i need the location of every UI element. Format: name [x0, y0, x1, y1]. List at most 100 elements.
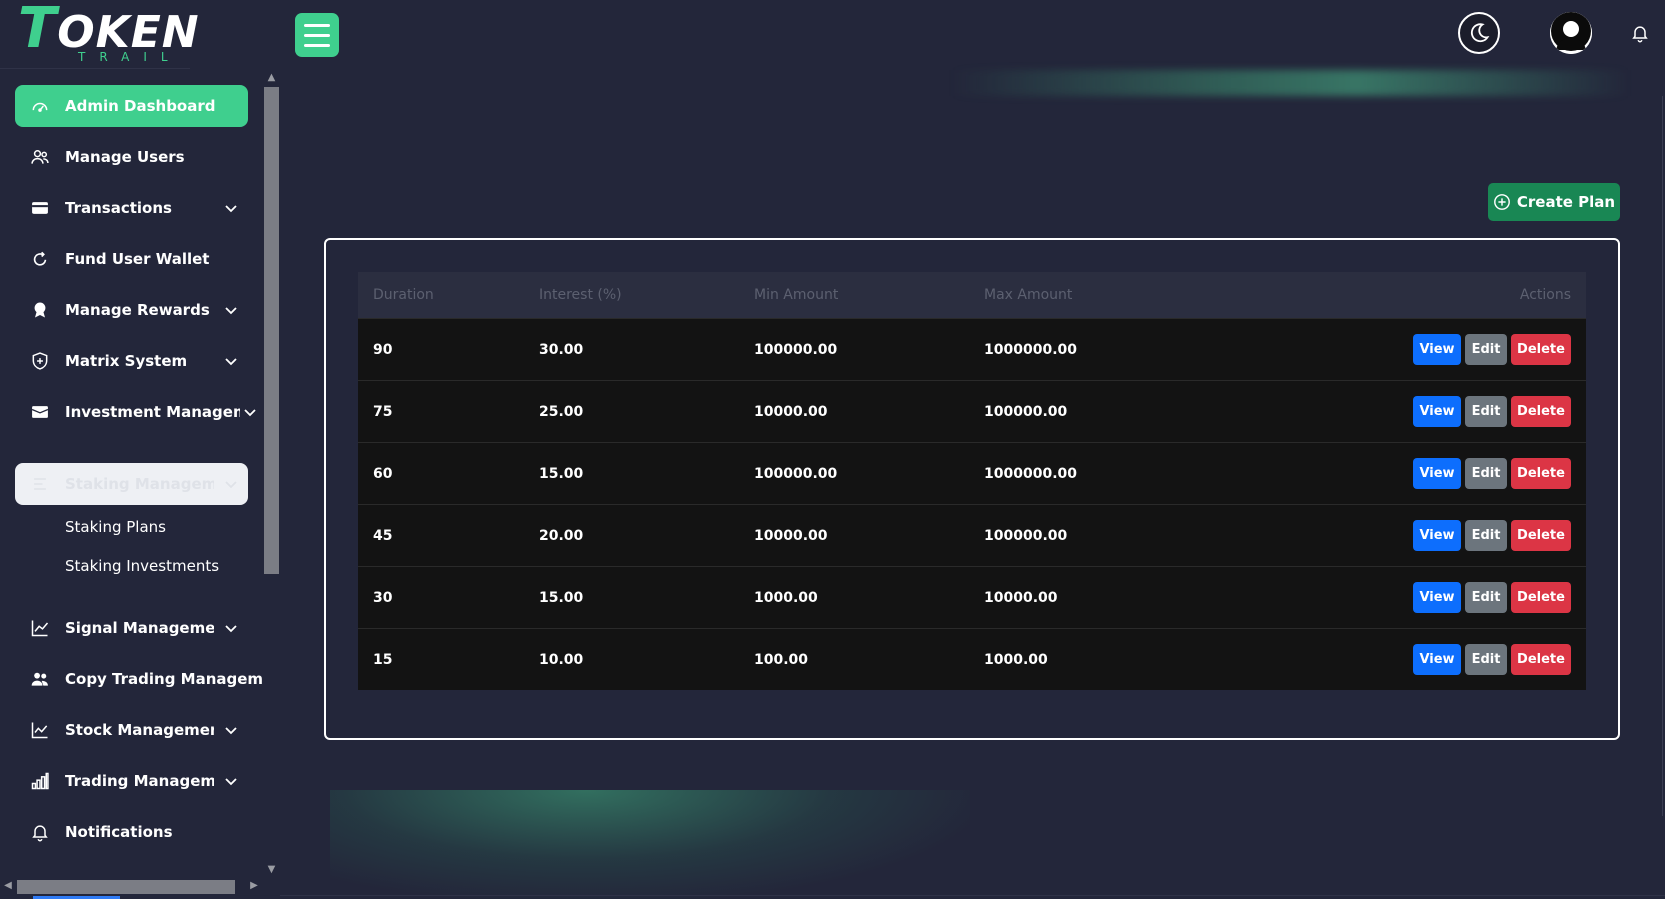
theme-toggle-button[interactable]	[1458, 12, 1500, 54]
submenu-staking-investments[interactable]: Staking Investments	[65, 557, 219, 575]
sidebar-horizontal-scrollbar[interactable]: ◀ ▶	[0, 878, 263, 895]
sidebar-item-fund-user-wallet[interactable]: Fund User Wallet	[15, 238, 248, 280]
users-icon	[15, 147, 65, 167]
cell-duration: 75	[373, 403, 393, 420]
delete-button[interactable]: Delete	[1511, 458, 1571, 489]
table-row: 45 20.00 10000.00 100000.00 View Edit De…	[358, 504, 1586, 566]
header-max-amount: Max Amount	[984, 287, 1073, 303]
award-icon	[15, 300, 65, 320]
sidebar-item-staking-management[interactable]: Staking Management	[15, 463, 248, 505]
staking-plans-table: Duration Interest (%) Min Amount Max Amo…	[358, 272, 1586, 690]
sidebar-item-investment-management[interactable]: Investment Management	[15, 391, 260, 433]
sidebar-item-copy-trading-management[interactable]: Copy Trading Management	[15, 658, 263, 700]
view-button[interactable]: View	[1413, 644, 1461, 675]
sidebar-item-trading-management[interactable]: Trading Management	[15, 760, 248, 802]
shield-icon	[15, 351, 65, 371]
delete-button[interactable]: Delete	[1511, 334, 1571, 365]
people-icon	[15, 669, 65, 689]
cell-actions: View Edit Delete	[1284, 334, 1586, 365]
header-duration: Duration	[373, 287, 434, 303]
cell-actions: View Edit Delete	[1284, 582, 1586, 613]
table-row: 15 10.00 100.00 1000.00 View Edit Delete	[358, 628, 1586, 690]
moon-icon	[1470, 23, 1490, 43]
view-button[interactable]: View	[1413, 458, 1461, 489]
cell-interest: 15.00	[539, 589, 584, 606]
edit-button[interactable]: Edit	[1465, 644, 1507, 675]
cell-actions: View Edit Delete	[1284, 644, 1586, 675]
sidebar-item-label: Matrix System	[65, 352, 188, 370]
hamburger-bar	[304, 33, 330, 37]
scroll-right-arrow-icon[interactable]: ▶	[248, 880, 260, 892]
list-icon	[15, 474, 65, 494]
cell-max-amount: 1000000.00	[984, 465, 1077, 482]
sidebar-item-notifications[interactable]: Notifications	[15, 811, 248, 853]
sidebar-item-label: Staking Management	[65, 475, 214, 493]
table-header: Duration Interest (%) Min Amount Max Amo…	[358, 272, 1586, 318]
decorative-glow	[330, 790, 970, 899]
gauge-icon	[15, 96, 65, 116]
scroll-left-arrow-icon[interactable]: ◀	[2, 880, 14, 892]
token-trail-logo[interactable]: TOKEN TRAIL	[18, 1, 199, 68]
notification-bell-icon[interactable]	[1630, 22, 1650, 44]
cell-max-amount: 10000.00	[984, 589, 1058, 606]
wallet-icon	[15, 402, 65, 422]
sidebar-item-label: Copy Trading Management	[65, 670, 263, 688]
sidebar-vertical-scrollbar[interactable]: ▲ ▼	[263, 70, 280, 878]
delete-button[interactable]: Delete	[1511, 396, 1571, 427]
sidebar: TOKEN TRAIL Admin Dashboard Manage Users…	[0, 0, 280, 899]
sidebar-item-transactions[interactable]: Transactions	[15, 187, 248, 229]
scrollbar-thumb[interactable]	[17, 880, 235, 894]
sidebar-item-matrix-system[interactable]: Matrix System	[15, 340, 248, 382]
view-button[interactable]: View	[1413, 582, 1461, 613]
sidebar-item-manage-users[interactable]: Manage Users	[15, 136, 248, 178]
cell-actions: View Edit Delete	[1284, 520, 1586, 551]
cell-min-amount: 100.00	[754, 651, 809, 668]
cell-duration: 15	[373, 651, 393, 668]
chevron-down-icon	[214, 722, 248, 738]
plus-circle-icon	[1493, 194, 1510, 210]
delete-button[interactable]: Delete	[1511, 520, 1571, 551]
sidebar-item-label: Signal Management	[65, 619, 214, 637]
delete-button[interactable]: Delete	[1511, 644, 1571, 675]
edit-button[interactable]: Edit	[1465, 520, 1507, 551]
scroll-up-arrow-icon[interactable]: ▲	[266, 72, 277, 84]
edit-button[interactable]: Edit	[1465, 458, 1507, 489]
scroll-down-arrow-icon[interactable]: ▼	[266, 864, 277, 876]
submenu-staking-plans[interactable]: Staking Plans	[65, 518, 166, 536]
create-plan-button[interactable]: Create Plan	[1488, 183, 1620, 221]
edit-button[interactable]: Edit	[1465, 334, 1507, 365]
refresh-icon	[15, 249, 65, 269]
logo-wordmark: TOKEN	[18, 0, 200, 61]
table-row: 75 25.00 10000.00 100000.00 View Edit De…	[358, 380, 1586, 442]
chevron-down-icon	[214, 353, 248, 369]
cell-max-amount: 100000.00	[984, 527, 1068, 544]
cell-min-amount: 1000.00	[754, 589, 818, 606]
sidebar-item-label: Fund User Wallet	[65, 250, 210, 268]
chevron-down-icon	[214, 302, 248, 318]
edit-button[interactable]: Edit	[1465, 582, 1507, 613]
sidebar-item-manage-rewards[interactable]: Manage Rewards	[15, 289, 248, 331]
sidebar-item-signal-management[interactable]: Signal Management	[15, 607, 248, 649]
view-button[interactable]: View	[1413, 334, 1461, 365]
chart-line-icon	[15, 618, 65, 638]
sidebar-item-admin-dashboard[interactable]: Admin Dashboard	[15, 85, 248, 127]
avatar-silhouette-icon	[1550, 12, 1592, 54]
sidebar-item-label: Admin Dashboard	[65, 97, 216, 115]
cell-interest: 15.00	[539, 465, 584, 482]
cell-min-amount: 10000.00	[754, 403, 828, 420]
page-scroll-track	[1662, 96, 1663, 816]
table-row: 90 30.00 100000.00 1000000.00 View Edit …	[358, 318, 1586, 380]
scrollbar-thumb[interactable]	[264, 87, 279, 574]
decorative-glow	[950, 70, 1630, 96]
delete-button[interactable]: Delete	[1511, 582, 1571, 613]
logo-divider	[0, 68, 190, 69]
view-button[interactable]: View	[1413, 520, 1461, 551]
menu-toggle-button[interactable]	[295, 13, 339, 57]
hamburger-bar	[304, 23, 330, 27]
sidebar-item-label: Investment Management	[65, 403, 240, 421]
view-button[interactable]: View	[1413, 396, 1461, 427]
user-avatar[interactable]	[1550, 12, 1592, 54]
edit-button[interactable]: Edit	[1465, 396, 1507, 427]
table-row: 30 15.00 1000.00 10000.00 View Edit Dele…	[358, 566, 1586, 628]
sidebar-item-stock-management[interactable]: Stock Management	[15, 709, 248, 751]
